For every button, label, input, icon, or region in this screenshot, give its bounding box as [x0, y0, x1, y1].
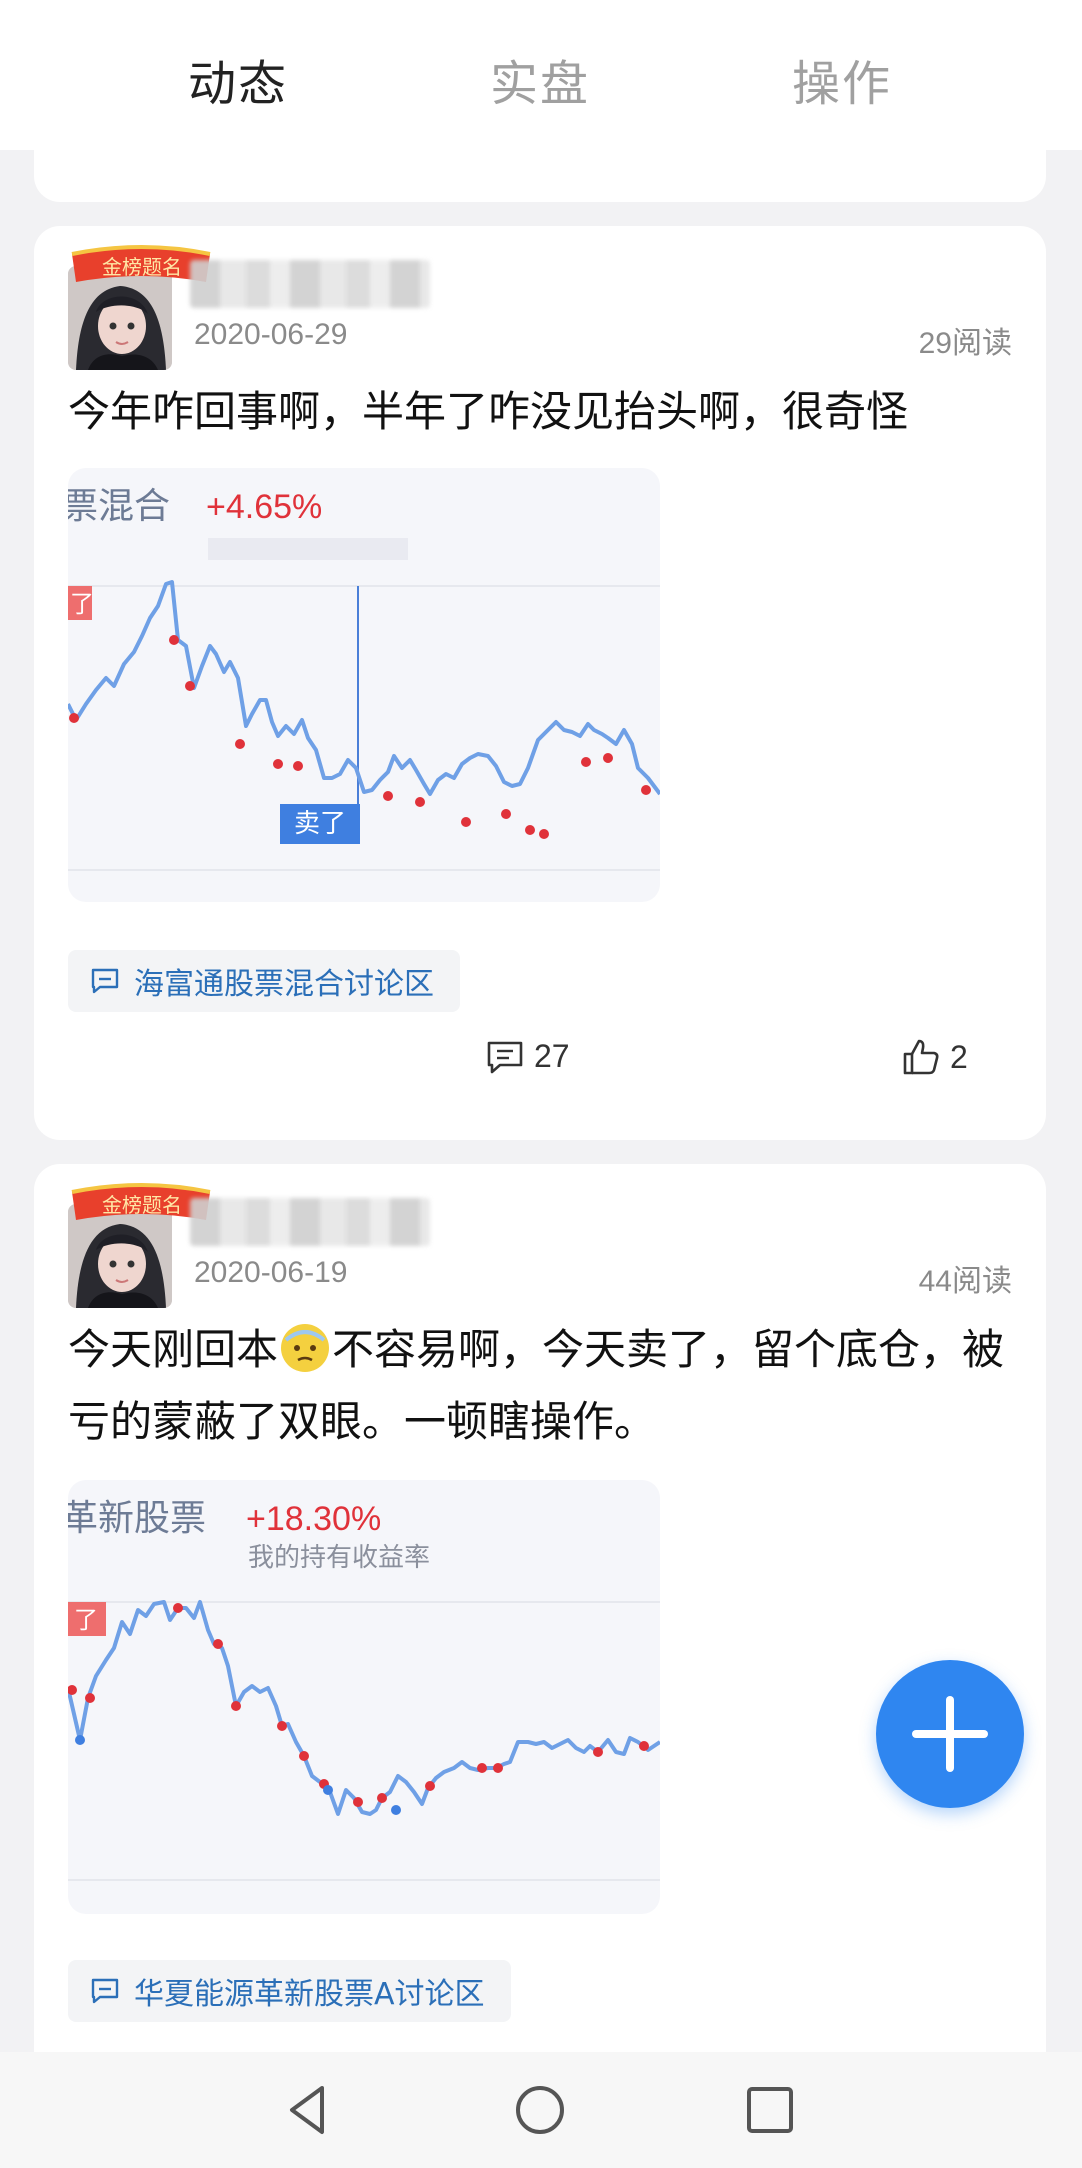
plus-icon — [912, 1696, 988, 1772]
forum-link[interactable]: 华夏能源革新股票A讨论区 — [68, 1960, 511, 2022]
embarrassed-emoji-icon — [281, 1324, 330, 1372]
username-blurred — [190, 1198, 430, 1246]
price-line — [68, 1600, 660, 1816]
recent-apps-icon[interactable] — [740, 2080, 800, 2140]
top-tab-bar: 动态 实盘 操作 — [0, 0, 1082, 150]
read-count: 44阅读 — [918, 1265, 1012, 1298]
tab-real-portfolio[interactable]: 实盘 — [490, 44, 590, 114]
thumbs-up-icon — [903, 1039, 939, 1075]
svg-text:金榜题名: 金榜题名 — [102, 1193, 182, 1217]
comment-icon — [487, 1041, 523, 1073]
post-date: 2020-06-19 — [194, 1256, 348, 1289]
forum-name: 海富通股票混合讨论区 — [134, 967, 434, 1002]
return-value: +18.30% — [246, 1500, 381, 1538]
username-blurred — [190, 260, 430, 308]
post-content-start: 今天刚回本 — [68, 1325, 279, 1374]
read-count: 29阅读 — [918, 327, 1012, 360]
post-date: 2020-06-29 — [194, 318, 348, 351]
system-nav-bar — [0, 2052, 1082, 2168]
post-content[interactable]: 今天刚回本 不容易啊，今天卖了，留个底仓，被亏的蒙蔽了双眼。一顿瞎操作。 — [68, 1314, 1006, 1458]
blurred-subtitle — [208, 538, 408, 560]
svg-text:金榜题名: 金榜题名 — [102, 255, 182, 279]
comment-count: 27 — [534, 1038, 570, 1074]
back-icon[interactable] — [278, 2080, 338, 2140]
comment-button[interactable]: 27 — [486, 1038, 570, 1075]
holding-chart[interactable]: 票混合 +4.65% 了 卖了 — [68, 468, 660, 902]
svg-text:了: 了 — [70, 590, 94, 618]
post-card[interactable]: 金榜题名 2020-06-29 29阅读 今年咋回事啊，半年了咋没见抬头啊，很奇… — [34, 226, 1046, 1140]
post-actions: 27 2 — [34, 1038, 1046, 1094]
discussion-icon — [91, 1978, 119, 2004]
like-button[interactable]: 2 — [902, 1038, 968, 1076]
sell-label: 卖了 — [294, 809, 346, 839]
forum-link[interactable]: 海富通股票混合讨论区 — [68, 950, 460, 1012]
home-icon[interactable] — [510, 2080, 570, 2140]
fund-name: 革新股票 — [68, 1498, 206, 1539]
tab-operations[interactable]: 操作 — [792, 44, 892, 114]
return-value: +4.65% — [206, 488, 322, 526]
post-card[interactable]: 金榜题名 2020-06-19 44阅读 今天刚回本 不容易啊，今天卖了，留个底仓… — [34, 1164, 1046, 2104]
svg-text:了: 了 — [74, 1606, 98, 1634]
tab-dynamic[interactable]: 动态 — [188, 44, 288, 114]
price-line — [68, 580, 660, 796]
trade-points — [68, 1603, 649, 1807]
add-post-button[interactable] — [876, 1660, 1024, 1808]
post-content[interactable]: 今年咋回事啊，半年了咋没见抬头啊，很奇怪 — [68, 376, 1006, 448]
holding-chart[interactable]: 革新股票 +18.30% 我的持有收益率 了 — [68, 1480, 660, 1914]
fund-name: 票混合 — [68, 486, 170, 527]
forum-name: 华夏能源革新股票A讨论区 — [134, 1977, 485, 2012]
like-count: 2 — [950, 1038, 968, 1075]
discussion-icon — [91, 968, 119, 994]
return-label: 我的持有收益率 — [248, 1543, 430, 1573]
sell-points — [75, 1735, 401, 1815]
